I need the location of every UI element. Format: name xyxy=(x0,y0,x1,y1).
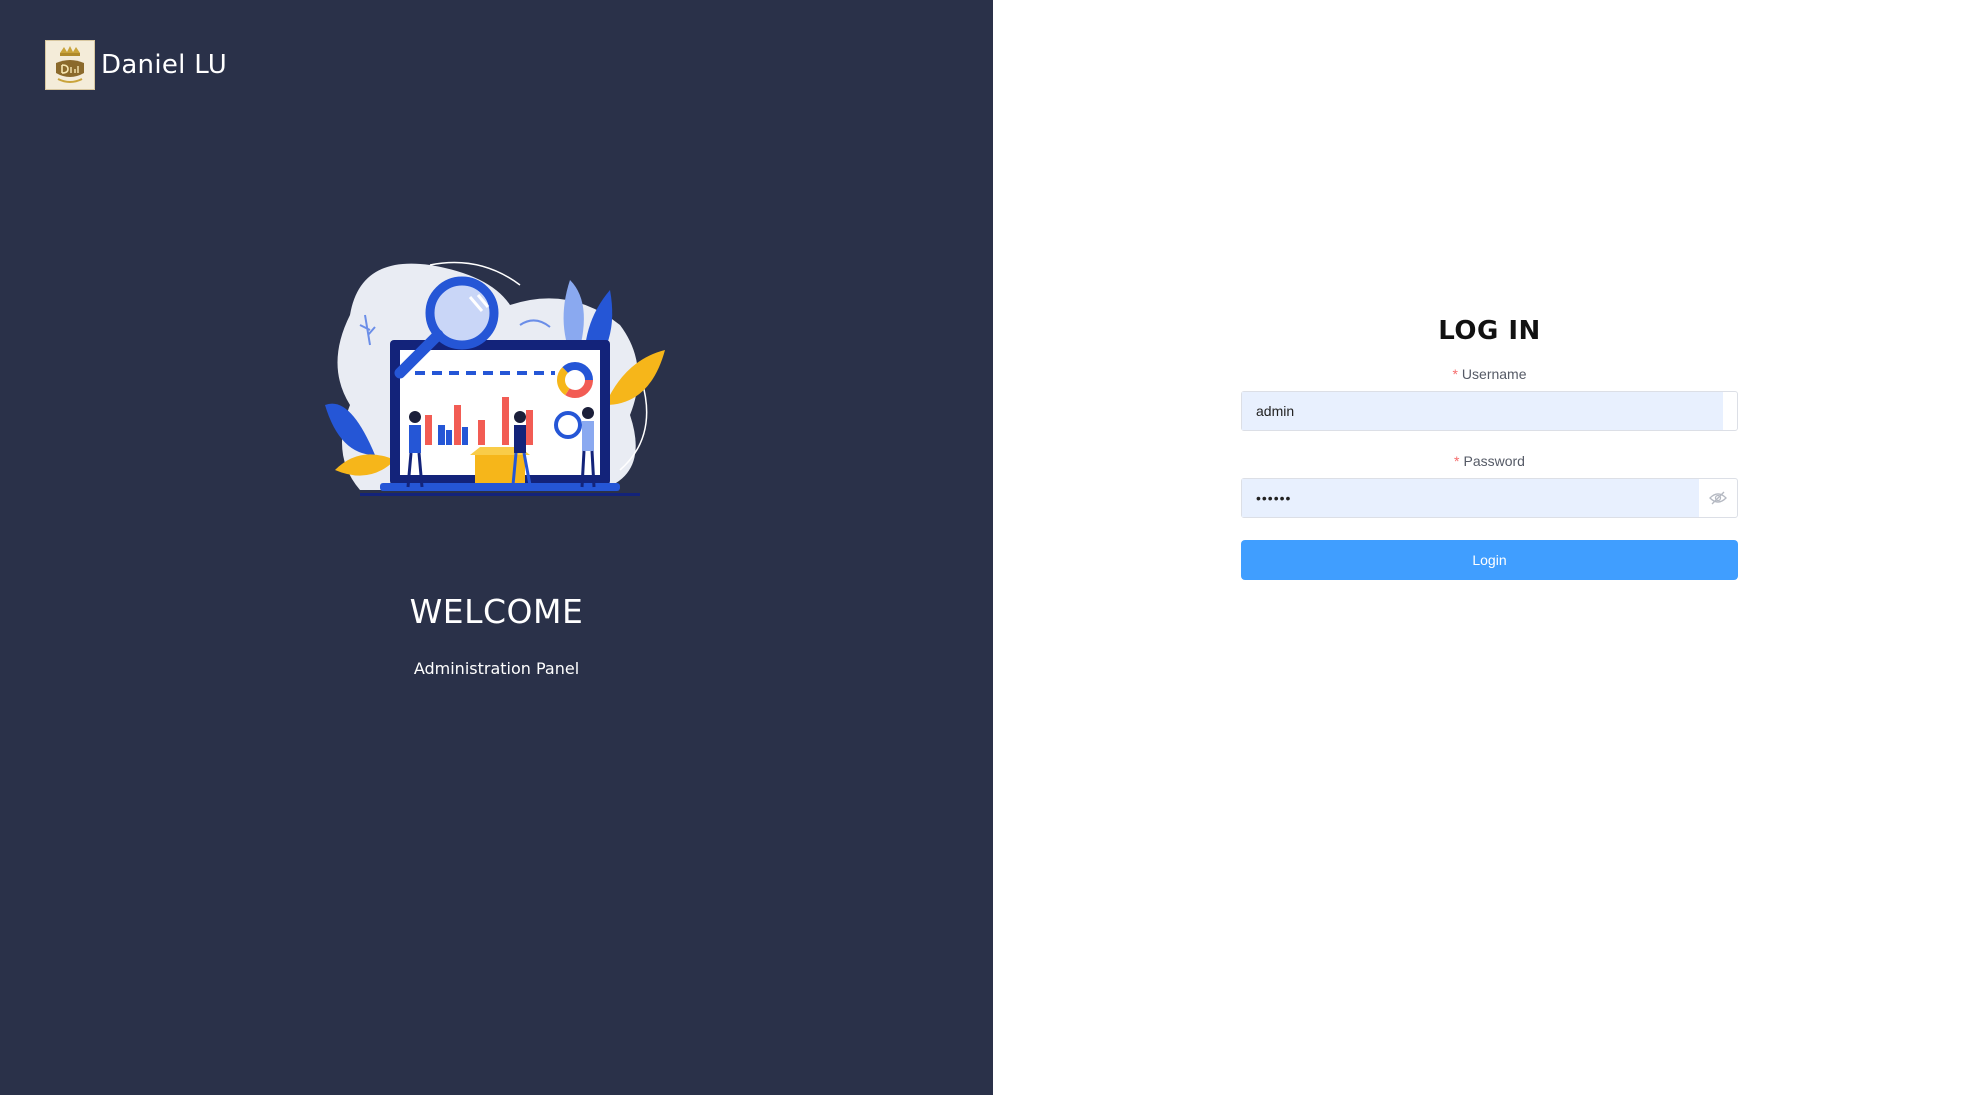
brand: Daniel LU xyxy=(45,40,227,90)
login-panel: LOG IN *Username *Password xyxy=(993,0,1986,1095)
password-input-wrapper xyxy=(1241,478,1738,518)
login-form: LOG IN *Username *Password xyxy=(1241,316,1738,580)
eye-hidden-icon[interactable] xyxy=(1709,490,1727,506)
welcome-heading: WELCOME xyxy=(409,592,584,631)
username-required-mark: * xyxy=(1452,366,1458,382)
password-label: * Password xyxy=(1241,453,1738,469)
panel-subtitle: Administration Panel xyxy=(413,659,580,678)
password-required-mark: * xyxy=(1454,453,1460,469)
password-label-text: Password xyxy=(1463,453,1525,469)
welcome-panel: Daniel LU WELCOME Administration Panel xyxy=(0,0,993,1095)
login-page: Daniel LU WELCOME Administration Panel L… xyxy=(0,0,1986,1095)
brand-name: Daniel LU xyxy=(101,50,228,80)
username-label-text: Username xyxy=(1461,366,1527,382)
daniel-crest-logo-icon xyxy=(45,40,95,90)
password-input[interactable] xyxy=(1242,479,1699,517)
username-input[interactable] xyxy=(1242,392,1723,430)
login-title: LOG IN xyxy=(1438,316,1541,346)
username-input-wrapper xyxy=(1241,391,1738,431)
login-button[interactable]: Login xyxy=(1241,540,1738,580)
username-label: * Username xyxy=(1241,366,1738,382)
analytics-dashboard-illustration-icon xyxy=(320,255,680,515)
